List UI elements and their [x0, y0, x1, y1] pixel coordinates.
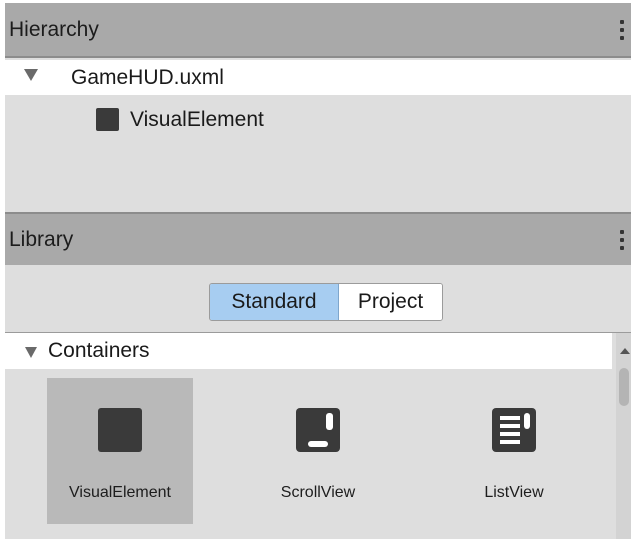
library-item-label: ScrollView	[280, 484, 356, 501]
library-item-scroll-view[interactable]: ScrollView	[245, 378, 391, 524]
visual-element-icon	[98, 408, 142, 452]
scroll-view-icon	[296, 408, 340, 452]
library-title: Library	[9, 227, 74, 251]
library-header: Library	[5, 214, 631, 265]
scrollbar-thumb[interactable]	[619, 368, 629, 406]
tree-item-root-label: GameHUD.uxml	[71, 65, 224, 89]
list-view-icon	[492, 408, 536, 452]
library-item-list-view[interactable]: ListView	[441, 378, 587, 524]
library-tabs: Standard Project	[209, 283, 443, 321]
library-item-label: VisualElement	[69, 484, 171, 501]
expand-triangle-icon[interactable]	[24, 69, 38, 81]
visual-element-small-icon	[96, 108, 119, 131]
tree-item-visual-element-label: VisualElement	[130, 108, 264, 131]
category-containers[interactable]: Containers	[5, 333, 612, 369]
collapse-triangle-icon[interactable]	[25, 347, 37, 358]
hierarchy-header: Hierarchy	[5, 3, 631, 56]
tree-item-visual-element[interactable]: VisualElement	[5, 102, 631, 138]
builder-window: Hierarchy GameHUD.uxml VisualElement Lib…	[5, 3, 631, 539]
hierarchy-title: Hierarchy	[9, 17, 99, 41]
library-item-visual-element[interactable]: VisualElement	[47, 378, 193, 524]
tab-project[interactable]: Project	[339, 284, 442, 320]
hierarchy-menu-icon[interactable]	[619, 19, 625, 40]
library-scrollbar[interactable]	[616, 333, 631, 539]
scroll-up-arrow-icon[interactable]	[620, 348, 630, 354]
tree-item-root[interactable]: GameHUD.uxml	[5, 60, 631, 95]
library-menu-icon[interactable]	[619, 229, 625, 250]
hierarchy-divider	[5, 56, 631, 58]
library-item-label: ListView	[484, 484, 544, 501]
tab-standard[interactable]: Standard	[210, 284, 339, 320]
category-label: Containers	[48, 339, 150, 362]
